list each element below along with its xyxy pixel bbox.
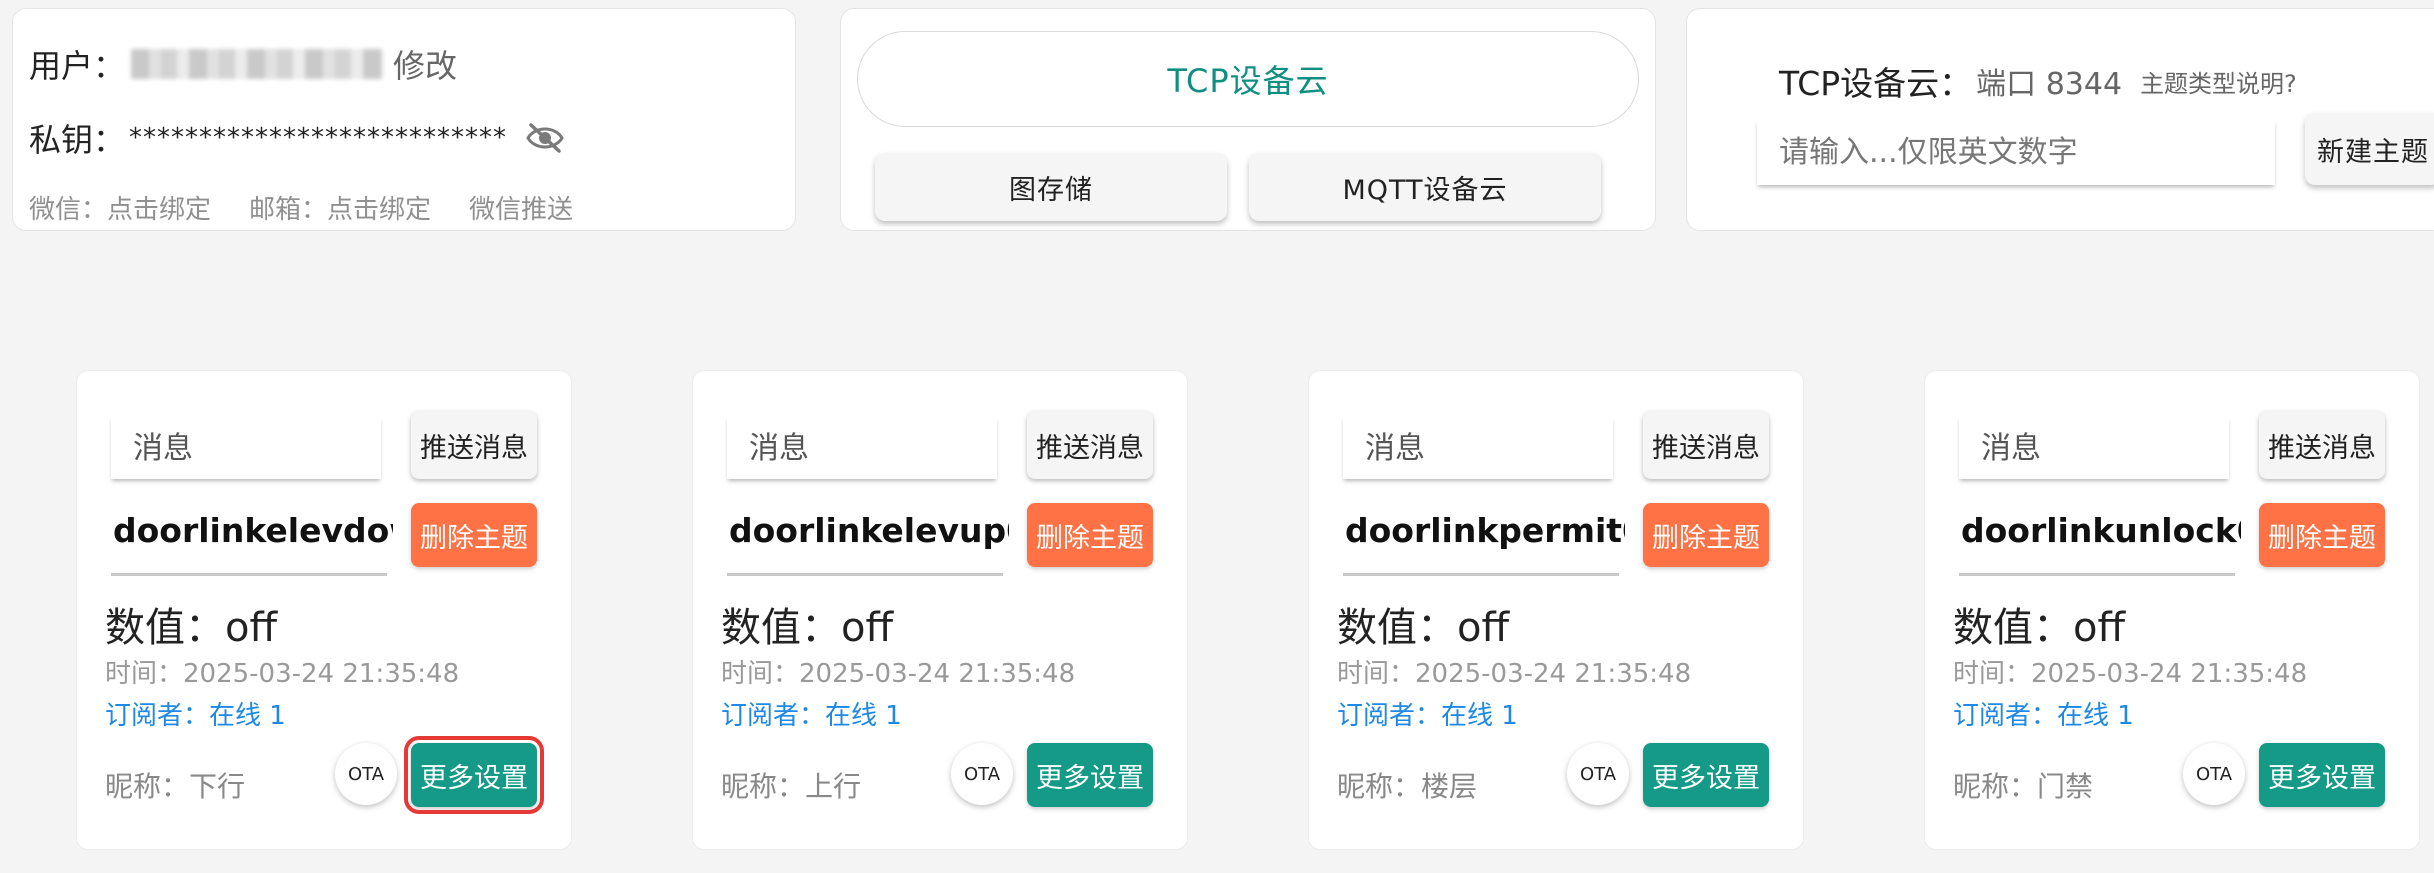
eye-off-icon[interactable] [525, 122, 565, 154]
timestamp-text: 时间：2025-03-24 21:35:48 [1337, 659, 1692, 689]
more-settings-button[interactable]: 更多设置 [2259, 743, 2385, 807]
nickname-text: 昵称：下行 [105, 770, 246, 803]
mode-panel: TCP设备云 图存储 MQTT设备云 [840, 8, 1656, 231]
device-card: 推送消息 doorlinkelevdow 删除主题 数值：off 时间：2025… [76, 370, 572, 850]
image-storage-button[interactable]: 图存储 [875, 153, 1227, 221]
nickname-text: 昵称：楼层 [1337, 770, 1478, 803]
more-settings-button[interactable]: 更多设置 [1643, 743, 1769, 807]
key-masked-value: *************************** [129, 123, 508, 153]
nickname-text: 昵称：门禁 [1953, 770, 2094, 803]
user-panel: 用户： 修改 私钥： *************************** 微… [12, 8, 796, 231]
new-topic-button[interactable]: 新建主题 [2305, 113, 2434, 185]
message-input[interactable] [727, 417, 997, 479]
topic-underline [1959, 573, 2235, 576]
push-message-button[interactable]: 推送消息 [2259, 411, 2385, 479]
value-text: 数值：off [721, 605, 894, 651]
bind-row: 微信：点击绑定 邮箱：点击绑定 微信推送 [29, 189, 611, 226]
timestamp-text: 时间：2025-03-24 21:35:48 [721, 659, 1076, 689]
tcp-title-row: TCP设备云： 端口 8344 主题类型说明? [1779, 57, 2297, 105]
user-label: 用户： [29, 47, 126, 85]
message-input[interactable] [1343, 417, 1613, 479]
topic-underline [727, 573, 1003, 576]
delete-topic-button[interactable]: 删除主题 [1027, 503, 1153, 567]
message-input[interactable] [111, 417, 381, 479]
push-message-button[interactable]: 推送消息 [1027, 411, 1153, 479]
device-card: 推送消息 doorlinkpermit0( 删除主题 数值：off 时间：202… [1308, 370, 1804, 850]
user-row: 用户： 修改 [29, 41, 457, 87]
email-bind-link[interactable]: 邮箱：点击绑定 [249, 189, 431, 226]
ota-button[interactable]: OTA [1567, 743, 1629, 805]
ota-button[interactable]: OTA [951, 743, 1013, 805]
tcp-cloud-button[interactable]: TCP设备云 [857, 31, 1639, 127]
subscribers-link[interactable]: 订阅者：在线 1 [721, 695, 902, 732]
tcp-cloud-title: TCP设备云： [1779, 64, 1973, 103]
delete-topic-button[interactable]: 删除主题 [411, 503, 537, 567]
key-row: 私钥： *************************** [29, 115, 565, 161]
timestamp-text: 时间：2025-03-24 21:35:48 [105, 659, 460, 689]
value-text: 数值：off [1337, 605, 1510, 651]
ota-button[interactable]: OTA [2183, 743, 2245, 805]
mqtt-cloud-button[interactable]: MQTT设备云 [1249, 153, 1601, 221]
topic-name: doorlinkelevup0( [729, 511, 1009, 550]
value-text: 数值：off [1953, 605, 2126, 651]
device-card: 推送消息 doorlinkunlock0( 删除主题 数值：off 时间：202… [1924, 370, 2420, 850]
topic-name: doorlinkelevdow [113, 511, 393, 550]
topic-name: doorlinkpermit0( [1345, 511, 1625, 550]
device-card: 推送消息 doorlinkelevup0( 删除主题 数值：off 时间：202… [692, 370, 1188, 850]
topic-name: doorlinkunlock0( [1961, 511, 2241, 550]
push-message-button[interactable]: 推送消息 [411, 411, 537, 479]
timestamp-text: 时间：2025-03-24 21:35:48 [1953, 659, 2308, 689]
new-topic-panel: TCP设备云： 端口 8344 主题类型说明? 新建主题 [1686, 8, 2434, 231]
topic-underline [111, 573, 387, 576]
delete-topic-button[interactable]: 删除主题 [1643, 503, 1769, 567]
topic-underline [1343, 573, 1619, 576]
topic-type-help-link[interactable]: 主题类型说明? [2140, 64, 2297, 99]
subscribers-link[interactable]: 订阅者：在线 1 [105, 695, 286, 732]
more-settings-button[interactable]: 更多设置 [404, 736, 544, 814]
key-label: 私钥： [29, 121, 126, 159]
wechat-bind-link[interactable]: 微信：点击绑定 [29, 189, 211, 226]
port-label: 端口 8344 [1976, 67, 2123, 102]
new-topic-input[interactable] [1757, 119, 2275, 185]
subscribers-link[interactable]: 订阅者：在线 1 [1337, 695, 1518, 732]
more-settings-button[interactable]: 更多设置 [1027, 743, 1153, 807]
value-text: 数值：off [105, 605, 278, 651]
message-input[interactable] [1959, 417, 2229, 479]
subscribers-link[interactable]: 订阅者：在线 1 [1953, 695, 2134, 732]
username-redacted [131, 49, 384, 79]
push-message-button[interactable]: 推送消息 [1643, 411, 1769, 479]
wechat-push-link[interactable]: 微信推送 [469, 189, 573, 226]
delete-topic-button[interactable]: 删除主题 [2259, 503, 2385, 567]
nickname-text: 昵称：上行 [721, 770, 862, 803]
ota-button[interactable]: OTA [335, 743, 397, 805]
edit-user-link[interactable]: 修改 [393, 41, 457, 87]
